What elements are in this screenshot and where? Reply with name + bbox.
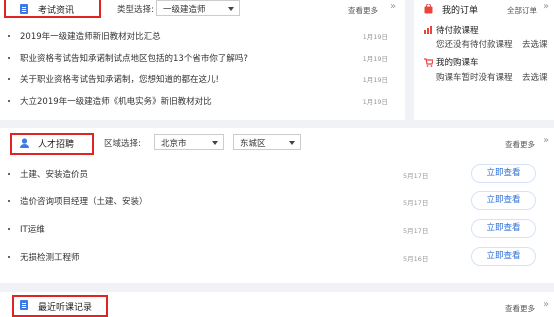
double-chevron-right-icon[interactable]: » <box>390 1 396 12</box>
recent-lessons-card: 最近听课记录 查看更多 » <box>0 292 554 317</box>
chevron-down-icon <box>289 141 295 145</box>
order-item-title: 待付款课程 <box>436 26 479 36</box>
chevron-down-icon <box>212 141 218 145</box>
exam-type-value: 一级建造师 <box>163 5 206 15</box>
go-select-course-link[interactable]: 去选课 <box>522 71 548 83</box>
cart-icon <box>424 58 433 67</box>
orders-card: 我的订单 全部订单 » 待付款课程 您还没有待付款课程 去选课 我的购课车 购课… <box>414 0 554 120</box>
region-select-label: 区域选择: <box>104 139 141 149</box>
news-title-highlight <box>4 0 101 18</box>
job-date: 5月17日 <box>403 227 429 235</box>
bullet <box>8 228 10 230</box>
recent-more-link[interactable]: 查看更多 <box>505 303 535 314</box>
bullet <box>8 173 10 175</box>
job-item: 造价咨询项目经理（土建、安装） 5月17日 立即查看 <box>8 191 543 211</box>
jobs-title-highlight <box>10 133 94 155</box>
job-title[interactable]: IT运维 <box>20 223 45 235</box>
city-select[interactable]: 北京市 <box>154 134 224 150</box>
job-date: 5月17日 <box>403 199 429 207</box>
job-date: 5月16日 <box>403 255 429 263</box>
exam-type-select[interactable]: 一级建造师 <box>156 0 240 16</box>
view-now-button[interactable]: 立即查看 <box>471 191 536 210</box>
city-value: 北京市 <box>161 139 187 149</box>
recent-title-highlight <box>12 295 108 317</box>
order-item-subtitle: 购课车暂时没有课程 <box>436 73 513 83</box>
bag-icon <box>424 4 433 14</box>
job-title[interactable]: 土建、安装造价员 <box>20 168 88 180</box>
district-value: 东城区 <box>240 139 266 149</box>
bullet <box>8 256 10 258</box>
type-select-label: 类型选择: <box>117 5 154 15</box>
news-item[interactable]: 职业资格考试告知承诺制试点地区包括的13个省市你了解吗? 1月19日 <box>8 52 388 64</box>
bullet <box>8 100 10 102</box>
double-chevron-right-icon[interactable]: » <box>543 299 549 310</box>
go-select-course-link[interactable]: 去选课 <box>522 38 548 50</box>
chevron-down-icon <box>228 7 234 11</box>
news-card: 考试资讯 类型选择: 一级建造师 查看更多 » 2019年一级建造师新旧教材对比… <box>0 0 405 120</box>
job-item: 土建、安装造价员 5月17日 立即查看 <box>8 164 543 184</box>
bullet <box>8 57 10 59</box>
order-item-title: 我的购课车 <box>436 58 479 68</box>
jobs-card: 人才招聘 区域选择: 北京市 东城区 查看更多 » 土建、安装造价员 5月17日… <box>0 128 554 283</box>
news-item[interactable]: 关于职业资格考试告知承诺制，您想知道的都在这儿! 1月19日 <box>8 73 388 85</box>
bullet <box>8 35 10 37</box>
news-item-date: 1月19日 <box>362 76 388 84</box>
job-date: 5月17日 <box>403 172 429 180</box>
order-item-subtitle: 您还没有待付款课程 <box>436 40 513 50</box>
view-now-button[interactable]: 立即查看 <box>471 219 536 238</box>
job-title[interactable]: 无损检测工程师 <box>20 251 80 263</box>
news-item[interactable]: 大立2019年一级建造师《机电实务》新旧教材对比 1月19日 <box>8 95 388 107</box>
bullet <box>8 78 10 80</box>
double-chevron-right-icon[interactable]: » <box>543 135 549 146</box>
view-now-button[interactable]: 立即查看 <box>471 164 536 183</box>
job-item: IT运维 5月17日 立即查看 <box>8 219 543 239</box>
bullet <box>8 200 10 202</box>
news-item[interactable]: 2019年一级建造师新旧教材对比汇总 1月19日 <box>8 30 388 42</box>
all-orders-link[interactable]: 全部订单 <box>507 5 537 16</box>
news-item-title[interactable]: 大立2019年一级建造师《机电实务》新旧教材对比 <box>20 95 212 107</box>
jobs-more-link[interactable]: 查看更多 <box>505 139 535 150</box>
news-item-title[interactable]: 关于职业资格考试告知承诺制，您想知道的都在这儿! <box>20 73 219 85</box>
news-more-link[interactable]: 查看更多 <box>348 5 378 16</box>
news-item-date: 1月19日 <box>362 33 388 41</box>
news-item-date: 1月19日 <box>362 98 388 106</box>
view-now-button[interactable]: 立即查看 <box>471 247 536 266</box>
bar-chart-icon <box>424 26 432 34</box>
news-item-title[interactable]: 2019年一级建造师新旧教材对比汇总 <box>20 30 161 42</box>
district-select[interactable]: 东城区 <box>233 134 301 150</box>
news-item-date: 1月19日 <box>362 55 388 63</box>
orders-title: 我的订单 <box>442 6 479 16</box>
job-title[interactable]: 造价咨询项目经理（土建、安装） <box>20 195 148 207</box>
news-item-title[interactable]: 职业资格考试告知承诺制试点地区包括的13个省市你了解吗? <box>20 52 248 64</box>
job-item: 无损检测工程师 5月16日 立即查看 <box>8 247 543 267</box>
double-chevron-right-icon[interactable]: » <box>543 1 549 12</box>
